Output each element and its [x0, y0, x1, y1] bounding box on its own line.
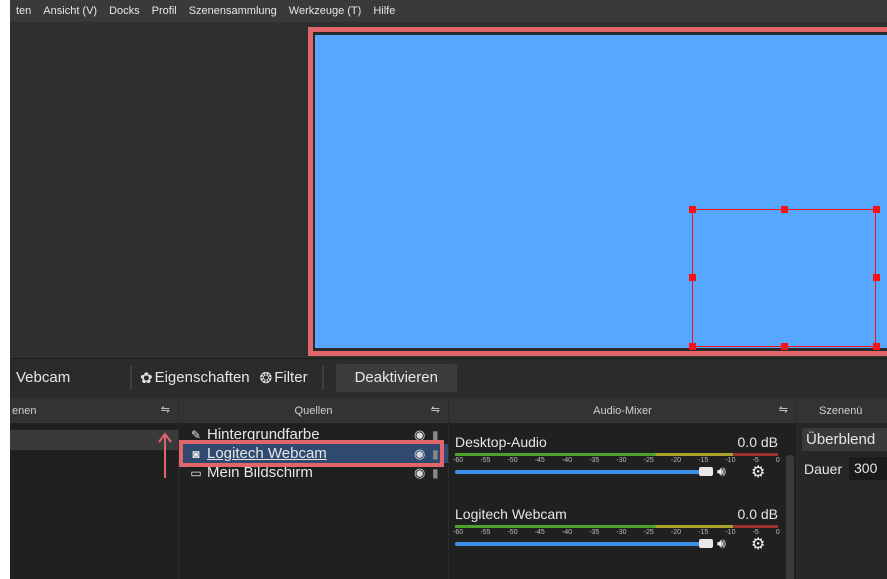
deactivate-button[interactable]: Deaktivieren: [335, 363, 457, 392]
sources-dock: Quellen ⇋ ✎ Hintergrundfarbe ◉ ▮ ▭ Mein …: [179, 398, 448, 579]
properties-button[interactable]: ✿ Eigenschaften: [140, 369, 250, 387]
volume-slider[interactable]: [455, 542, 705, 546]
audio-mixer-dock: Audio-Mixer ⇋ Desktop-Audio 0.0 dB -60 -5…: [449, 398, 796, 579]
resize-handle-tm[interactable]: [781, 206, 788, 213]
properties-label: Eigenschaften: [154, 369, 250, 386]
transition-select[interactable]: Überblend: [802, 428, 887, 451]
resize-handle-tr[interactable]: [873, 206, 880, 213]
gear-icon[interactable]: ⚙: [751, 462, 765, 482]
scenes-list[interactable]: [10, 423, 178, 579]
menu-bar: ten Ansicht (V) Docks Profil Szenensamml…: [10, 0, 887, 22]
resize-handle-mr[interactable]: [873, 274, 880, 281]
source-toolbar: Vebcam ✿ Eigenschaften ❂ Filter Deaktivi…: [10, 358, 887, 396]
webcam-selection-box[interactable]: [692, 209, 876, 347]
speaker-icon[interactable]: 🔊︎: [717, 535, 726, 552]
volume-slider-knob[interactable]: [699, 539, 713, 548]
volume-meter: [455, 525, 778, 528]
webcam-highlight-frame: [179, 440, 444, 467]
audio-mixer-header: Audio-Mixer ⇋: [449, 398, 796, 423]
menu-item-view[interactable]: Ansicht (V): [37, 5, 103, 17]
duration-label: Dauer: [804, 461, 843, 477]
sources-dock-title: Quellen: [294, 404, 333, 417]
scenes-dock: enen ⇋: [10, 398, 178, 579]
menu-item-edit[interactable]: ten: [10, 5, 37, 17]
channel-name: Desktop-Audio: [455, 434, 547, 450]
mixer-scrollbar[interactable]: [786, 455, 794, 579]
scene-transitions-dock: Szenenü Überblend Dauer 300: [797, 398, 887, 579]
transitions-dock-title: Szenenü: [819, 404, 863, 417]
undock-icon[interactable]: ⇋: [431, 403, 440, 416]
page-margin: [0, 0, 10, 579]
menu-item-docks[interactable]: Docks: [103, 5, 146, 17]
channel-db: 0.0 dB: [737, 434, 778, 450]
resize-handle-br[interactable]: [873, 343, 880, 350]
mixer-channel-desktop: Desktop-Audio 0.0 dB -60 -55 -50 -45 -40 -35-…: [449, 432, 782, 504]
menu-item-tools[interactable]: Werkzeuge (T): [283, 5, 368, 17]
obs-window: ten Ansicht (V) Docks Profil Szenensamml…: [0, 0, 887, 579]
filter-icon: ❂: [259, 369, 273, 387]
volume-meter: [455, 453, 778, 456]
lock-icon[interactable]: ▮: [432, 466, 448, 480]
meter-ticks: -60 -55 -50 -45 -40 -35 -30 -25 -20 -15 -10 -5 0: [453, 457, 780, 464]
gear-icon: ✿: [140, 369, 153, 387]
filter-label: Filter: [274, 369, 308, 386]
menu-item-profile[interactable]: Profil: [146, 5, 183, 17]
arrow-up-icon: [158, 432, 172, 478]
transitions-dock-header: Szenenü: [797, 398, 887, 423]
sources-list[interactable]: ✎ Hintergrundfarbe ◉ ▮ ▭ Mein Bildschirm…: [179, 423, 448, 579]
monitor-icon: ▭: [190, 465, 202, 480]
transitions-body: Überblend Dauer 300: [797, 423, 887, 579]
meter-ticks: -60 -55 -50 -45 -40 -35 -30 -25 -20 -15 -10 -5 0: [453, 529, 780, 536]
channel-name: Logitech Webcam: [455, 506, 567, 522]
speaker-icon[interactable]: 🔊︎: [717, 463, 726, 480]
toolbar-separator: [321, 365, 324, 390]
volume-slider[interactable]: [455, 470, 705, 474]
duration-input[interactable]: 300: [849, 457, 887, 480]
scene-item[interactable]: [10, 430, 178, 450]
channel-db: 0.0 dB: [737, 506, 778, 522]
undock-icon[interactable]: ⇋: [161, 403, 170, 416]
resize-handle-tl[interactable]: [689, 206, 696, 213]
gear-icon[interactable]: ⚙: [751, 534, 765, 554]
scenes-dock-header: enen ⇋: [10, 398, 178, 423]
audio-mixer-title: Audio-Mixer: [593, 404, 652, 417]
mixer-channel-webcam: Logitech Webcam 0.0 dB -60 -55 -50 -45 -40 -3…: [449, 504, 782, 576]
undock-icon[interactable]: ⇋: [779, 403, 788, 416]
volume-slider-knob[interactable]: [699, 467, 713, 476]
menu-item-scene-collection[interactable]: Szenensammlung: [183, 5, 283, 17]
menu-item-help[interactable]: Hilfe: [367, 5, 401, 17]
sources-dock-header: Quellen ⇋: [179, 398, 448, 423]
resize-handle-ml[interactable]: [689, 274, 696, 281]
toolbar-separator: [130, 365, 132, 390]
filter-button[interactable]: ❂ Filter: [260, 369, 308, 387]
selected-source-name: Vebcam: [16, 369, 71, 386]
audio-mixer-body: Desktop-Audio 0.0 dB -60 -55 -50 -45 -40 -35-…: [449, 423, 796, 579]
resize-handle-bm[interactable]: [781, 343, 788, 350]
scenes-dock-title: enen: [12, 404, 37, 417]
resize-handle-bl[interactable]: [689, 343, 696, 350]
